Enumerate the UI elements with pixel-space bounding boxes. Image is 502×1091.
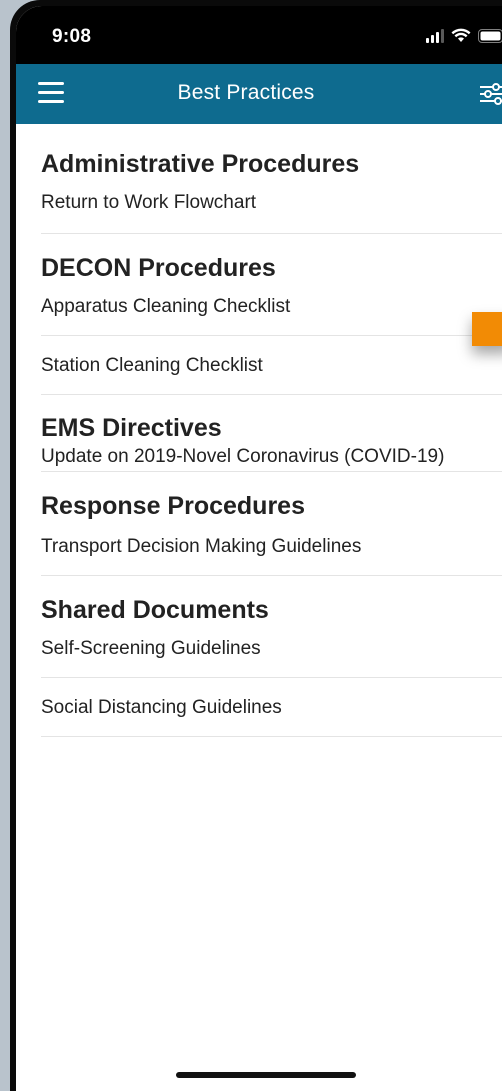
navigation-bar: Best Practices [16, 64, 502, 124]
list-item-label: Return to Work Flowchart [41, 192, 257, 213]
list-item[interactable]: Social Distancing Guidelines [41, 678, 502, 737]
list-item[interactable]: Update on 2019-Novel Coronavirus (COVID-… [41, 443, 502, 472]
section-shared-documents: Shared Documents Self-Screening Guidelin… [41, 595, 502, 737]
battery-icon [478, 28, 502, 43]
list-item[interactable]: Station Cleaning Checklist [41, 336, 502, 395]
status-bar: 9:08 [16, 6, 502, 64]
status-time: 9:08 [52, 26, 92, 47]
phone-frame: 9:08 Best Practices Administrative Proce… [10, 0, 502, 1091]
list-item-label: Station Cleaning Checklist [41, 355, 263, 376]
section-decon-procedures: DECON Procedures Apparatus Cleaning Chec… [41, 253, 502, 395]
section-response-procedures: Response Procedures Transport Decision M… [41, 491, 502, 576]
sliders-filter-icon[interactable] [480, 81, 502, 107]
list-item-label: Apparatus Cleaning Checklist [41, 296, 291, 317]
list-item[interactable]: Apparatus Cleaning Checklist [41, 283, 502, 336]
status-icons [426, 28, 502, 43]
page-title: Best Practices [177, 81, 315, 104]
section-administrative-procedures: Administrative Procedures Return to Work… [41, 149, 502, 234]
home-indicator[interactable] [176, 1072, 356, 1078]
app-screen: 9:08 Best Practices Administrative Proce… [16, 6, 502, 1091]
section-title: Response Procedures [41, 492, 305, 520]
section-ems-directives: EMS Directives Update on 2019-Novel Coro… [41, 413, 502, 472]
list-item[interactable]: Self-Screening Guidelines [41, 625, 502, 678]
section-title: DECON Procedures [41, 254, 276, 282]
list-item[interactable]: Transport Decision Making Guidelines [41, 521, 502, 576]
section-title: Shared Documents [41, 596, 269, 624]
floating-action-tab[interactable] [472, 312, 502, 346]
document-list: Administrative Procedures Return to Work… [41, 124, 502, 737]
list-item-label: Self-Screening Guidelines [41, 638, 261, 659]
list-item-label: Update on 2019-Novel Coronavirus (COVID-… [41, 446, 445, 467]
list-item-label: Transport Decision Making Guidelines [41, 536, 362, 557]
wifi-icon [451, 28, 471, 43]
list-item[interactable]: Return to Work Flowchart [41, 179, 502, 234]
section-title: Administrative Procedures [41, 150, 360, 178]
section-title: EMS Directives [41, 414, 222, 442]
list-item-label: Social Distancing Guidelines [41, 697, 282, 718]
cellular-signal-icon [426, 28, 444, 43]
